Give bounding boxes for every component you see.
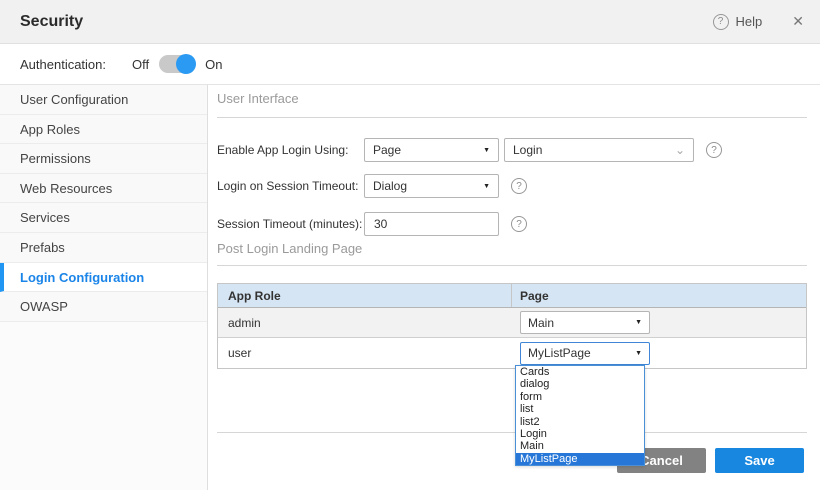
help-link[interactable]: Help [736,14,763,29]
login-page-value: Login [513,143,542,157]
admin-page-value: Main [528,316,554,330]
close-icon[interactable]: ✕ [792,13,804,30]
user-page-select[interactable]: MyListPage ▼ [520,342,650,365]
q-glyph: ? [516,181,522,192]
enable-app-login-label: Enable App Login Using: [217,143,364,157]
timeout-mode-value: Dialog [373,179,407,193]
login-mode-value: Page [373,143,401,157]
footer-divider [217,432,807,433]
table-row-admin: admin Main ▼ [218,308,806,338]
field-enable-app-login: Enable App Login Using: Page ▼ Login ⌄ ? [217,138,722,162]
section-title-user-interface: User Interface [217,91,299,106]
enable-app-login-help-icon[interactable]: ? [706,142,722,158]
field-login-on-timeout: Login on Session Timeout: Dialog ▼ ? [217,174,527,198]
session-timeout-help-icon[interactable]: ? [511,216,527,232]
chevron-down-icon: ⌄ [675,147,685,153]
sidebar-item-app-roles[interactable]: App Roles [0,115,207,145]
dropdown-option-list[interactable]: list [516,403,644,415]
help-icon-glyph: ? [718,16,724,27]
field-session-timeout: Session Timeout (minutes): ? [217,212,527,236]
page-dropdown-list: Cards dialog form list list2 Login Main … [515,365,645,466]
sidebar-item-user-configuration[interactable]: User Configuration [0,85,207,115]
caret-down-icon: ▼ [483,183,490,190]
sidebar-item-services[interactable]: Services [0,203,207,233]
sidebar-item-web-resources[interactable]: Web Resources [0,174,207,204]
sidebar-item-owasp[interactable]: OWASP [0,292,207,322]
divider [217,265,807,266]
login-on-timeout-label: Login on Session Timeout: [217,179,364,193]
save-button[interactable]: Save [715,448,804,473]
login-mode-select[interactable]: Page ▼ [364,138,499,162]
sidebar-item-permissions[interactable]: Permissions [0,144,207,174]
toggle-off-label: Off [132,57,149,72]
app-role-cell: user [218,338,512,368]
dropdown-option-login[interactable]: Login [516,428,644,440]
help-icon[interactable]: ? [713,14,729,30]
table-row-user: user MyListPage ▼ [218,338,806,368]
sidebar-item-prefabs[interactable]: Prefabs [0,233,207,263]
divider [217,117,807,118]
section-title-post-login: Post Login Landing Page [217,241,362,256]
q-glyph: ? [516,219,522,230]
sidebar-item-login-configuration[interactable]: Login Configuration [0,263,207,293]
table-header-row: App Role Page [218,284,806,308]
security-dialog: Security ? Help ✕ Authentication: Off On… [0,0,820,490]
app-role-cell: admin [218,308,512,337]
timeout-mode-select[interactable]: Dialog ▼ [364,174,499,198]
dropdown-option-form[interactable]: form [516,391,644,403]
session-timeout-input[interactable] [364,212,499,236]
login-page-combo[interactable]: Login ⌄ [504,138,694,162]
page-title: Security [20,13,713,31]
dropdown-option-mylistpage[interactable]: MyListPage [516,453,644,465]
login-configuration-panel: User Interface Enable App Login Using: P… [208,85,820,490]
dropdown-option-list2[interactable]: list2 [516,416,644,428]
dropdown-option-main[interactable]: Main [516,440,644,452]
toggle-knob [176,54,196,74]
admin-page-select[interactable]: Main ▼ [520,311,650,334]
dropdown-option-cards[interactable]: Cards [516,366,644,378]
settings-sidebar: User Configuration App Roles Permissions… [0,85,208,490]
authentication-bar: Authentication: Off On [0,44,820,85]
login-on-timeout-help-icon[interactable]: ? [511,178,527,194]
column-header-page: Page [512,284,806,307]
column-header-app-role: App Role [218,284,512,307]
post-login-table: App Role Page admin Main ▼ user [217,283,807,369]
authentication-toggle[interactable] [159,55,193,73]
caret-down-icon: ▼ [483,147,490,154]
authentication-label: Authentication: [20,57,106,72]
user-page-value: MyListPage [528,346,591,360]
session-timeout-label: Session Timeout (minutes): [217,217,364,231]
caret-down-icon: ▼ [635,319,642,326]
toggle-on-label: On [205,57,222,72]
caret-down-icon: ▼ [635,350,642,357]
dialog-header: Security ? Help ✕ [0,0,820,44]
dropdown-option-dialog[interactable]: dialog [516,378,644,390]
q-glyph: ? [711,145,717,156]
